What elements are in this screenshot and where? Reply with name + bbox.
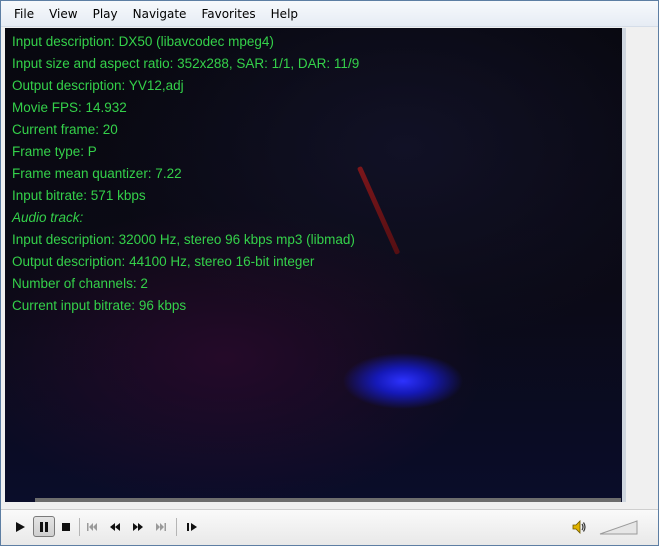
mute-button[interactable] [568, 516, 590, 537]
menu-bar: File View Play Navigate Favorites Help [1, 1, 658, 27]
pause-icon [40, 521, 48, 532]
stream-info-overlay: Input description: DX50 (libavcodec mpeg… [12, 31, 359, 317]
pause-button[interactable] [33, 516, 55, 537]
info-line: Movie FPS: 14.932 [12, 100, 127, 115]
info-line: Current input bitrate: 96 kbps [12, 298, 187, 313]
stop-button[interactable] [55, 516, 77, 537]
skip-next-button[interactable] [150, 516, 172, 537]
menu-view[interactable]: View [42, 4, 84, 24]
seek-bar[interactable] [35, 498, 621, 502]
video-border [622, 28, 626, 502]
menu-play[interactable]: Play [86, 4, 125, 24]
menu-favorites[interactable]: Favorites [194, 4, 262, 24]
rewind-button[interactable] [104, 516, 126, 537]
info-line: Input bitrate: 571 kbps [12, 188, 146, 203]
info-line: Output description: YV12,adj [12, 78, 184, 93]
skip-previous-icon [87, 522, 97, 531]
info-line: Current frame: 20 [12, 122, 118, 137]
frame-step-button[interactable] [181, 516, 203, 537]
frame-step-icon [187, 522, 197, 531]
info-line: Output description: 44100 Hz, stereo 16-… [12, 254, 315, 269]
stop-icon [62, 522, 70, 531]
volume-slider[interactable] [599, 518, 639, 536]
menu-help[interactable]: Help [264, 4, 305, 24]
info-line: Input size and aspect ratio: 352x288, SA… [12, 56, 360, 71]
info-line: Number of channels: 2 [12, 276, 148, 291]
info-line: Frame mean quantizer: 7.22 [12, 166, 182, 181]
fast-forward-icon [133, 522, 143, 531]
audio-track-heading: Audio track: [12, 210, 84, 225]
play-button[interactable] [9, 516, 31, 537]
player-window: File View Play Navigate Favorites Help I… [0, 0, 659, 546]
speaker-icon [572, 519, 586, 534]
skip-next-icon [156, 522, 166, 531]
info-line: Input description: DX50 (libavcodec mpeg… [12, 34, 274, 49]
fast-forward-button[interactable] [127, 516, 149, 537]
skip-previous-button[interactable] [81, 516, 103, 537]
toolbar-separator [176, 518, 177, 536]
info-line: Frame type: P [12, 144, 97, 159]
play-icon [16, 521, 25, 532]
video-content-streak [357, 165, 401, 255]
playback-controls [1, 509, 658, 545]
toolbar-separator [79, 518, 80, 536]
rewind-icon [110, 522, 120, 531]
menu-navigate[interactable]: Navigate [126, 4, 194, 24]
menu-file[interactable]: File [7, 4, 41, 24]
info-line: Input description: 32000 Hz, stereo 96 k… [12, 232, 355, 247]
